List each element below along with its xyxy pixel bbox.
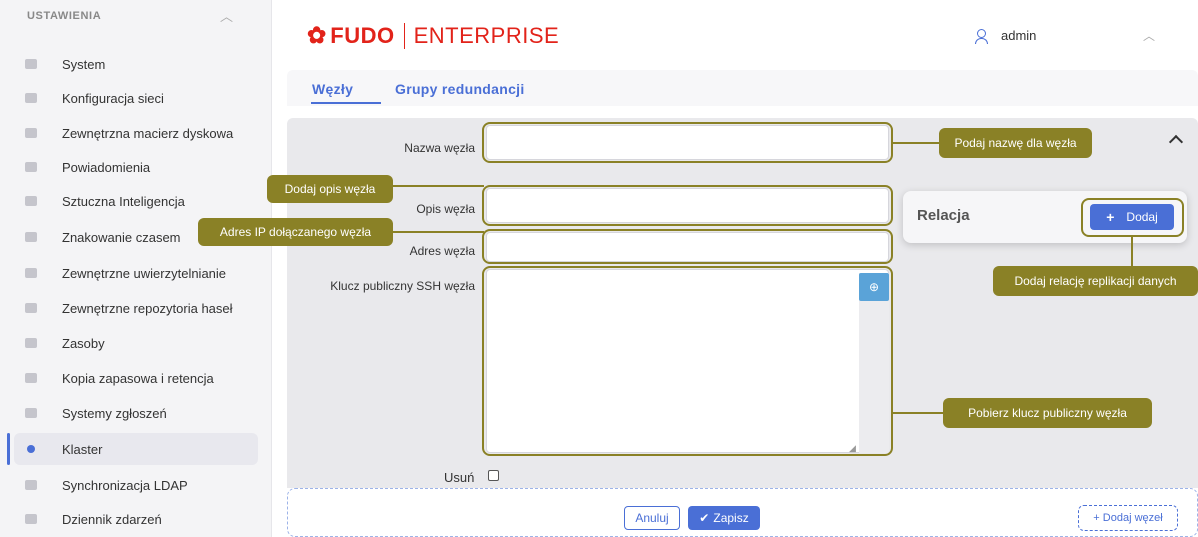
network-icon [24, 92, 38, 104]
sidebar-item-label: Synchronizacja LDAP [62, 477, 188, 493]
sidebar-item-label: Kopia zapasowa i retencja [62, 370, 214, 386]
stamp-icon [24, 231, 38, 243]
delete-label: Usuń [444, 470, 475, 485]
sidebar-item-password-repos[interactable]: Zewnętrzne repozytoria haseł [14, 292, 258, 324]
node-desc-label: Opis węzła [416, 202, 475, 216]
callout-ssh-key: Pobierz klucz publiczny węzła [943, 398, 1152, 428]
ssh-key-label: Klucz publiczny SSH węzła [330, 279, 475, 293]
check-icon: ✔ [699, 511, 710, 525]
sidebar-item-ticketing[interactable]: Systemy zgłoszeń [14, 397, 258, 429]
connector-line [393, 231, 484, 233]
highlight-node-desc [482, 185, 893, 226]
relation-title: Relacja [917, 207, 970, 224]
active-indicator [7, 433, 10, 465]
sidebar-item-label: Znakowanie czasem [62, 229, 181, 245]
user-name: admin [1001, 28, 1037, 43]
sidebar-item-ai[interactable]: Sztuczna Inteligencja [14, 185, 258, 217]
brand-edition: ENTERPRISE [413, 22, 560, 48]
brain-icon [24, 195, 38, 207]
image-icon [24, 337, 38, 349]
sidebar-item-label: Konfiguracja sieci [62, 90, 164, 106]
chevron-up-icon[interactable]: ︿ [220, 6, 233, 25]
sidebar-item-label: Klaster [62, 441, 103, 457]
sidebar-item-resources[interactable]: Zasoby [14, 327, 258, 359]
megaphone-icon [24, 161, 38, 173]
connector-line [1131, 237, 1133, 266]
cluster-icon [24, 443, 38, 455]
fudo-logo-icon: ✿ [307, 22, 327, 48]
folder-icon [24, 58, 38, 70]
callout-node-desc: Dodaj opis węzła [267, 175, 393, 203]
delete-checkbox[interactable] [488, 470, 499, 481]
sidebar-item-label: Dziennik zdarzeń [62, 511, 162, 527]
sidebar-header: USTAWIENIA [27, 10, 102, 22]
sidebar-item-event-log[interactable]: Dziennik zdarzeń [14, 503, 258, 535]
sidebar-item-backup[interactable]: Kopia zapasowa i retencja [14, 362, 258, 394]
sidebar-item-system[interactable]: System [14, 48, 258, 80]
vault-icon [24, 302, 38, 314]
connector-line [393, 185, 484, 187]
sidebar-item-label: Zewnętrzne uwierzytelnianie [62, 265, 227, 281]
key-icon [24, 267, 38, 279]
sidebar-item-storage[interactable]: Zewnętrzna macierz dyskowa [14, 117, 258, 149]
brand-divider [403, 22, 405, 49]
sidebar-item-label: Powiadomienia [62, 159, 151, 175]
brand-name: FUDO [330, 22, 395, 48]
user-menu[interactable]: admin [975, 28, 1037, 44]
tab-nodes[interactable]: Węzły [312, 81, 353, 97]
node-address-label: Adres węzła [409, 244, 475, 258]
sidebar-item-ldap-sync[interactable]: Synchronizacja LDAP [14, 469, 258, 501]
connector-line [893, 412, 943, 414]
calendar-icon [24, 513, 38, 525]
brand-logo: ✿ FUDO ENTERPRISE [307, 22, 559, 49]
sidebar-item-label: System [62, 56, 106, 72]
chevron-up-icon[interactable]: ︿ [1143, 27, 1155, 44]
ticket-icon [24, 407, 38, 419]
highlight-node-address [482, 229, 893, 264]
sidebar-item-network[interactable]: Konfiguracja sieci [14, 82, 258, 114]
save-button[interactable]: ✔ Zapisz [688, 506, 760, 530]
sync-icon [24, 479, 38, 491]
sidebar-item-label: Systemy zgłoszeń [62, 405, 167, 421]
tab-redundancy-groups[interactable]: Grupy redundancji [395, 81, 525, 97]
active-tab-underline [311, 102, 381, 104]
add-node-button[interactable]: + Dodaj węzeł [1078, 505, 1178, 531]
callout-node-ip: Adres IP dołączanego węzła [198, 218, 393, 246]
callout-node-name: Podaj nazwę dla węzła [939, 128, 1092, 158]
sidebar-item-cluster[interactable]: Klaster [14, 433, 258, 465]
sidebar: USTAWIENIA ︿ System Konfiguracja sieci Z… [0, 0, 272, 537]
highlight-add-relation [1081, 198, 1184, 237]
highlight-ssh-key [482, 266, 893, 456]
sidebar-item-external-auth[interactable]: Zewnętrzne uwierzytelnianie [14, 257, 258, 289]
sidebar-item-label: Zewnętrzne repozytoria haseł [62, 300, 233, 316]
cancel-button[interactable]: Anuluj [624, 506, 680, 530]
save-label: Zapisz [713, 511, 749, 525]
connector-line [893, 142, 939, 144]
archive-icon [24, 372, 38, 384]
sidebar-item-notifications[interactable]: Powiadomienia [14, 151, 258, 183]
node-name-label: Nazwa węzła [404, 141, 475, 155]
user-icon [975, 28, 988, 44]
sidebar-item-label: Zewnętrzna macierz dyskowa [62, 125, 234, 141]
sidebar-item-label: Sztuczna Inteligencja [62, 193, 185, 209]
callout-replication: Dodaj relację replikacji danych [993, 266, 1198, 296]
highlight-node-name [482, 122, 893, 163]
storage-icon [24, 127, 38, 139]
sidebar-item-label: Zasoby [62, 335, 105, 351]
